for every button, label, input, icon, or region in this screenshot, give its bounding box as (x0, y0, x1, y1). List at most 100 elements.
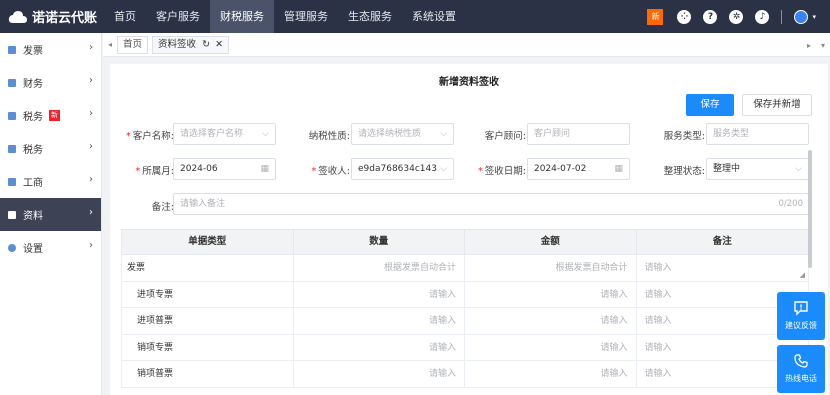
column-header: 单据类型 (122, 230, 294, 254)
sidebar-item-label: 税务 (23, 145, 43, 156)
sidebar-item-tax[interactable]: 税务 新 › (0, 99, 101, 132)
nav-finance-tax-service[interactable]: 财税服务 (210, 0, 274, 33)
vertical-scrollbar[interactable] (808, 150, 812, 268)
sidebar-item-business[interactable]: 工商 › (0, 165, 101, 198)
chevron-right-icon: › (89, 174, 93, 185)
label-text: 签收人: (318, 166, 350, 177)
chevron-right-icon: › (89, 141, 93, 152)
chevron-down-icon[interactable]: ▾ (812, 13, 816, 21)
required-mark: * (135, 166, 141, 177)
customer-name-select[interactable]: 请选择客户名称 ⌵ (173, 123, 276, 145)
qty-cell: 根据发票自动合计 (294, 255, 465, 281)
qty-input[interactable]: 请输入 (294, 334, 466, 360)
nav-system-settings[interactable]: 系统设置 (402, 0, 466, 33)
note-input[interactable]: 请输入 ◢ (637, 255, 809, 281)
required-mark: * (126, 131, 131, 142)
bell-icon[interactable]: ♪ (755, 9, 770, 24)
label-text: 客户名称: (132, 131, 174, 142)
new-badge: 新 (49, 110, 60, 121)
nav-customer-service[interactable]: 客户服务 (146, 0, 210, 33)
finance-icon (8, 78, 16, 87)
placeholder: 请输入备注 (180, 199, 226, 209)
amount-cell: 根据发票自动合计 (465, 255, 637, 281)
value: e9da768634c143... (358, 164, 446, 174)
page-title: 新增资料签收 (439, 77, 499, 88)
status-select[interactable]: 整理中 ⌵ (706, 158, 809, 180)
nav-ecosystem-service[interactable]: 生态服务 (338, 0, 402, 33)
advisor-field[interactable]: 客户顾问 (527, 123, 630, 145)
table-row: 销项专票 请输入 请输入 请输入 (121, 334, 809, 361)
table-row: 发票 根据发票自动合计 根据发票自动合计 请输入 ◢ (121, 255, 809, 282)
resize-handle-icon[interactable]: ◢ (800, 271, 805, 279)
close-icon[interactable]: ✕ (215, 39, 223, 50)
sidebar-item-label: 工商 (23, 178, 43, 189)
settings-icon[interactable]: ✲ (729, 9, 744, 24)
nav-management-service[interactable]: 管理服务 (274, 0, 338, 33)
sidebar-item-label: 发票 (23, 46, 43, 57)
refresh-icon[interactable]: ↻ (202, 39, 210, 50)
tax-nature-select[interactable]: 请选择纳税性质 ⌵ (351, 123, 454, 145)
doc-type-cell: 发票 (122, 255, 294, 281)
doc-type-cell: 销项普票 (122, 361, 294, 387)
app-logo[interactable]: 诺诺云代账 (0, 0, 104, 33)
placeholder: 请输入 (644, 263, 672, 273)
receiver-select[interactable]: e9da768634c143... ⌵ (351, 158, 454, 180)
column-header: 备注 (712, 236, 732, 247)
status-label: 整理状态: (663, 166, 705, 177)
service-type-label: 服务类型: (663, 131, 705, 142)
sidebar-item-invoice[interactable]: 发票 › (0, 33, 101, 66)
nav-home[interactable]: 首页 (104, 0, 146, 33)
service-type-field[interactable]: 服务类型 (706, 123, 809, 145)
tax-icon (8, 111, 16, 120)
qty-input[interactable]: 请输入 (294, 308, 466, 334)
user-avatar[interactable] (794, 9, 809, 24)
sidebar-item-finance[interactable]: 财务 › (0, 66, 101, 99)
hotline-button[interactable]: 热线电话 (777, 345, 825, 393)
tab-scroll-right-icon[interactable]: ▸ (802, 41, 816, 50)
sidebar-item-docs[interactable]: 资料 › (0, 198, 101, 231)
phone-icon (794, 354, 808, 368)
column-header: 金额 (465, 230, 637, 254)
feedback-button[interactable]: 建议反馈 (777, 292, 825, 340)
chevron-right-icon: › (89, 240, 93, 251)
tab-doc-receipt[interactable]: 资料签收 ↻ ✕ (152, 35, 230, 54)
tab-scroll-left-icon[interactable]: ◂ (103, 40, 117, 49)
feedback-label: 建议反馈 (785, 321, 817, 330)
doc-type-cell: 销项专票 (122, 334, 294, 360)
chevron-down-icon: ⌵ (440, 129, 447, 139)
amount-input[interactable]: 请输入 (465, 361, 637, 387)
save-and-add-button[interactable]: 保存并新增 (742, 94, 812, 116)
period-picker[interactable]: 2024-06 ▦ (173, 158, 276, 180)
tabs-bar: ◂ 首页 资料签收 ↻ ✕ ▸ ▾ (103, 33, 830, 57)
chevron-right-icon: › (89, 108, 93, 119)
qty-input[interactable]: 请输入 (294, 281, 466, 307)
help-icon[interactable]: ? (703, 9, 718, 24)
app-logo-text: 诺诺云代账 (32, 11, 98, 26)
sidebar-item-label: 资料 (23, 211, 43, 222)
grid-icon[interactable]: ⁘ (677, 9, 692, 24)
value: 2024-06 (180, 164, 218, 174)
table-header: 单据类型 数量 金额 备注 (121, 229, 809, 255)
sidebar-item-tax-2[interactable]: 税务 › (0, 132, 101, 165)
top-bar: 诺诺云代账 首页 客户服务 财税服务 管理服务 生态服务 系统设置 新 ⁘ ? … (0, 0, 830, 33)
receive-date-picker[interactable]: 2024-07-02 ▦ (527, 158, 630, 180)
placeholder: 请选择纳税性质 (358, 129, 422, 139)
receiver-label: * 签收人: (300, 163, 350, 177)
business-icon (8, 177, 16, 186)
remark-input[interactable]: 请输入备注 0/200 (173, 193, 809, 215)
placeholder: 请选择客户名称 (180, 129, 244, 139)
calendar-icon: ▦ (614, 164, 623, 174)
tab-menu-icon[interactable]: ▾ (816, 41, 830, 50)
hotline-label: 热线电话 (785, 374, 817, 383)
amount-input[interactable]: 请输入 (465, 334, 637, 360)
qty-input[interactable]: 请输入 (294, 361, 466, 387)
amount-input[interactable]: 请输入 (465, 308, 637, 334)
amount-input[interactable]: 请输入 (465, 281, 637, 307)
sidebar-item-label: 设置 (23, 244, 43, 255)
tab-home[interactable]: 首页 (117, 35, 149, 54)
chevron-right-icon: › (89, 42, 93, 53)
sidebar-item-label: 税务 (23, 112, 43, 123)
save-button[interactable]: 保存 (686, 94, 734, 116)
sidebar-item-settings[interactable]: 设置 › (0, 231, 101, 264)
new-feature-badge[interactable]: 新 (647, 8, 664, 25)
